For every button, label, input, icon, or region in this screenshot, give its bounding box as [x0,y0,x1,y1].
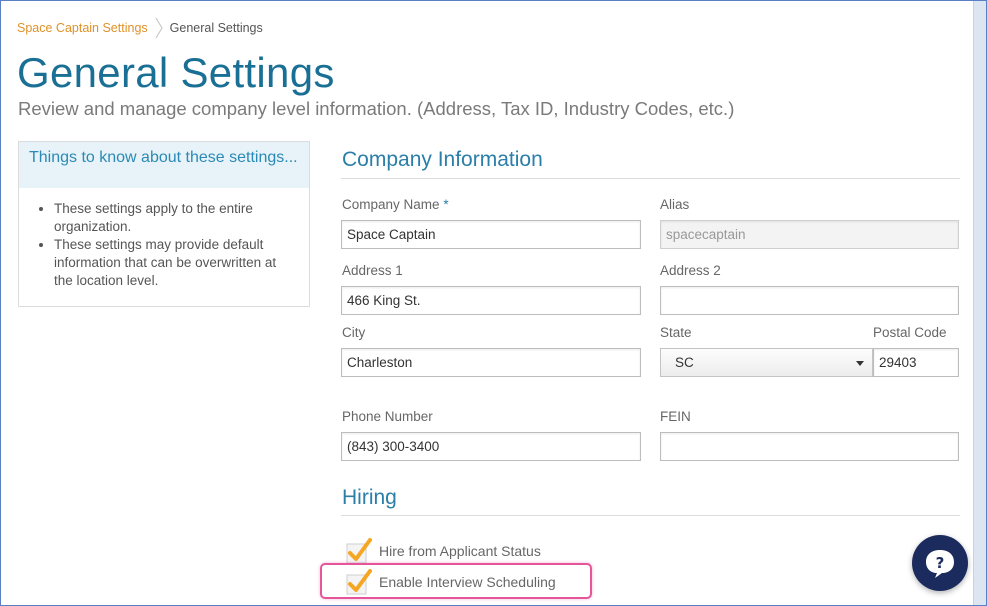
company-name-label: Company Name * [342,197,449,212]
postal-code-input[interactable]: 29403 [873,348,959,377]
breadcrumb-current: General Settings [169,21,263,35]
caret-down-icon [856,361,864,366]
checkbox-label: Hire from Applicant Status [379,543,541,559]
address-2-input[interactable] [660,286,959,315]
company-name-label-text: Company Name [342,197,440,212]
section-title-hiring: Hiring [342,486,397,509]
highlight-annotation [320,563,592,599]
city-input[interactable]: Charleston [341,348,641,377]
company-name-input[interactable]: Space Captain [341,220,641,249]
state-label: State [660,325,692,340]
phone-number-input[interactable]: (843) 300-3400 [341,432,641,461]
hire-from-applicant-status-checkbox[interactable]: Hire from Applicant Status [346,538,541,564]
info-panel: Things to know about these settings... T… [18,141,310,307]
fein-input[interactable] [660,432,959,461]
city-label: City [342,325,366,340]
alias-label: Alias [660,197,690,212]
svg-text:?: ? [936,554,945,572]
info-panel-heading: Things to know about these settings... [19,142,309,188]
divider [341,515,960,516]
section-title-company-information: Company Information [342,148,543,171]
state-select-value: SC [675,355,694,370]
info-panel-item: These settings apply to the entire organ… [54,200,309,236]
help-button[interactable]: ? [912,535,968,591]
info-panel-item: These settings may provide default infor… [54,236,309,290]
address-1-label: Address 1 [342,263,403,278]
state-select[interactable]: SC [660,348,873,377]
scrollbar-track[interactable] [973,1,986,605]
address-2-label: Address 2 [660,263,721,278]
phone-number-label: Phone Number [342,409,433,424]
breadcrumb-link-space-captain-settings[interactable]: Space Captain Settings [17,21,148,35]
alias-input: spacecaptain [660,220,959,249]
address-1-input[interactable]: 466 King St. [341,286,641,315]
breadcrumb: Space Captain Settings General Settings [17,17,263,39]
help-chat-icon: ? [926,550,954,578]
page-subtitle: Review and manage company level informat… [18,98,735,119]
app-window: Space Captain Settings General Settings … [0,0,987,606]
postal-code-label: Postal Code [873,325,947,340]
info-panel-list: These settings apply to the entire organ… [19,200,309,290]
page-title: General Settings [17,49,335,96]
required-marker: * [443,197,449,212]
divider [341,178,960,179]
chevron-right-icon [155,17,163,39]
fein-label: FEIN [660,409,691,424]
checkmark-icon [346,538,372,564]
